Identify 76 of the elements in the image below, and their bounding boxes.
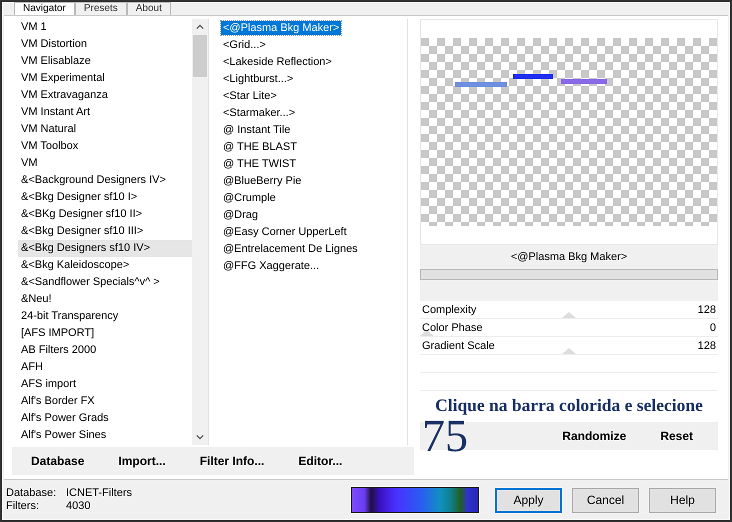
category-item[interactable]: &<BKg Designer sf10 II> (18, 206, 192, 223)
parameter-name: Complexity (422, 304, 476, 316)
dialog-button[interactable]: Help (649, 488, 716, 512)
category-item[interactable]: &<Bkg Kaleidoscope> (18, 257, 192, 274)
parameter-name: Color Phase (422, 322, 483, 334)
filter-item[interactable]: <Grid...> (221, 38, 268, 52)
category-item[interactable]: VM Elisablaze (18, 53, 192, 70)
category-item[interactable]: AB Filters 2000 (18, 342, 192, 359)
parameter-value: 0 (710, 322, 716, 334)
category-item[interactable]: VM Toolbox (18, 138, 192, 155)
filter-item[interactable]: <Lakeside Reflection> (221, 55, 334, 69)
filter-item[interactable]: @ THE BLAST (221, 140, 299, 154)
filter-item[interactable]: @BlueBerry Pie (221, 174, 304, 188)
status-label: Filters: (6, 500, 40, 513)
category-item[interactable]: VM (18, 155, 192, 172)
category-item[interactable]: VM Experimental (18, 70, 192, 87)
list-button[interactable]: Editor... (289, 450, 352, 472)
dialog-button[interactable]: Apply (495, 488, 562, 512)
slider-thumb[interactable] (420, 330, 434, 336)
filter-item[interactable]: @Easy Corner UpperLeft (221, 225, 349, 239)
tab[interactable]: Presets (74, 2, 127, 15)
category-item[interactable]: VM 1 (18, 19, 192, 36)
filter-item[interactable]: <Star Lite> (221, 89, 279, 103)
parameter-slider[interactable]: Complexity 128 (420, 301, 718, 319)
scroll-up-icon[interactable] (196, 24, 204, 30)
filter-item[interactable]: @Drag (221, 208, 260, 222)
parameter-value: 128 (698, 304, 716, 316)
category-item[interactable]: 24-bit Transparency (18, 308, 192, 325)
filter-item[interactable]: @FFG Xaggerate... (221, 259, 322, 273)
parameter-slider[interactable]: Color Phase 0 (420, 319, 718, 337)
category-item[interactable]: &<Bkg Designers sf10 IV> (18, 240, 192, 257)
scroll-down-icon[interactable] (196, 434, 204, 440)
category-item[interactable]: &<Bkg Designer sf10 III> (18, 223, 192, 240)
parameter-value: 128 (698, 340, 716, 352)
category-item[interactable]: &Neu! (18, 291, 192, 308)
filter-item[interactable]: <Lightburst...> (221, 72, 296, 86)
category-item[interactable]: &<Sandflower Specials^v^ > (18, 274, 192, 291)
gradient-bar[interactable] (351, 487, 479, 513)
list-button[interactable]: Filter Info... (190, 450, 274, 472)
slider-thumb[interactable] (562, 312, 576, 318)
filter-title: <@Plasma Bkg Maker> (420, 245, 718, 269)
category-item[interactable]: AFH (18, 359, 192, 376)
category-item[interactable]: VM Natural (18, 121, 192, 138)
category-item[interactable]: &<Background Designers IV> (18, 172, 192, 189)
category-item[interactable]: VM Distortion (18, 36, 192, 53)
category-item[interactable]: &<Bkg Designer sf10 I> (18, 189, 192, 206)
filter-item[interactable]: <@Plasma Bkg Maker> (221, 21, 342, 35)
filter-item[interactable]: @Crumple (221, 191, 278, 205)
status-value: ICNET-Filters (66, 487, 132, 500)
category-item[interactable]: AFS import (18, 376, 192, 393)
category-item[interactable]: VM Instant Art (18, 104, 192, 121)
category-item[interactable]: Alf's Power Sines (18, 427, 192, 444)
filter-item[interactable]: @ THE TWIST (221, 157, 298, 171)
status-value: 4030 (66, 500, 90, 513)
category-item[interactable]: VM Extravaganza (18, 87, 192, 104)
parameter-name: Gradient Scale (422, 340, 495, 352)
scrollbar[interactable] (192, 19, 208, 445)
list-button[interactable]: Import... (109, 450, 175, 472)
parameter-slider[interactable]: Gradient Scale 128 (420, 337, 718, 355)
list-button[interactable]: Database (22, 450, 94, 472)
filter-item[interactable]: @Entrelacement De Lignes (221, 242, 360, 256)
tab[interactable]: About (126, 2, 171, 15)
scroll-thumb[interactable] (193, 35, 207, 77)
filter-item[interactable]: <Starmaker...> (221, 106, 298, 120)
overlay-number: 75 (421, 422, 468, 450)
category-item[interactable]: [AFS IMPORT] (18, 325, 192, 342)
filter-item[interactable]: @ Instant Tile (221, 123, 292, 137)
dialog-button[interactable]: Cancel (572, 488, 639, 512)
slider-thumb[interactable] (562, 348, 576, 354)
filter-button[interactable]: Reset (651, 425, 702, 447)
status-label: Database: (6, 487, 58, 500)
category-item[interactable]: Alf's Power Grads (18, 410, 192, 427)
overlay-caption: Clique na barra colorida e selecione (434, 395, 704, 416)
tab[interactable]: Navigator (14, 2, 75, 15)
category-item[interactable]: Alf's Border FX (18, 393, 192, 410)
filter-button[interactable]: Randomize (553, 425, 636, 447)
